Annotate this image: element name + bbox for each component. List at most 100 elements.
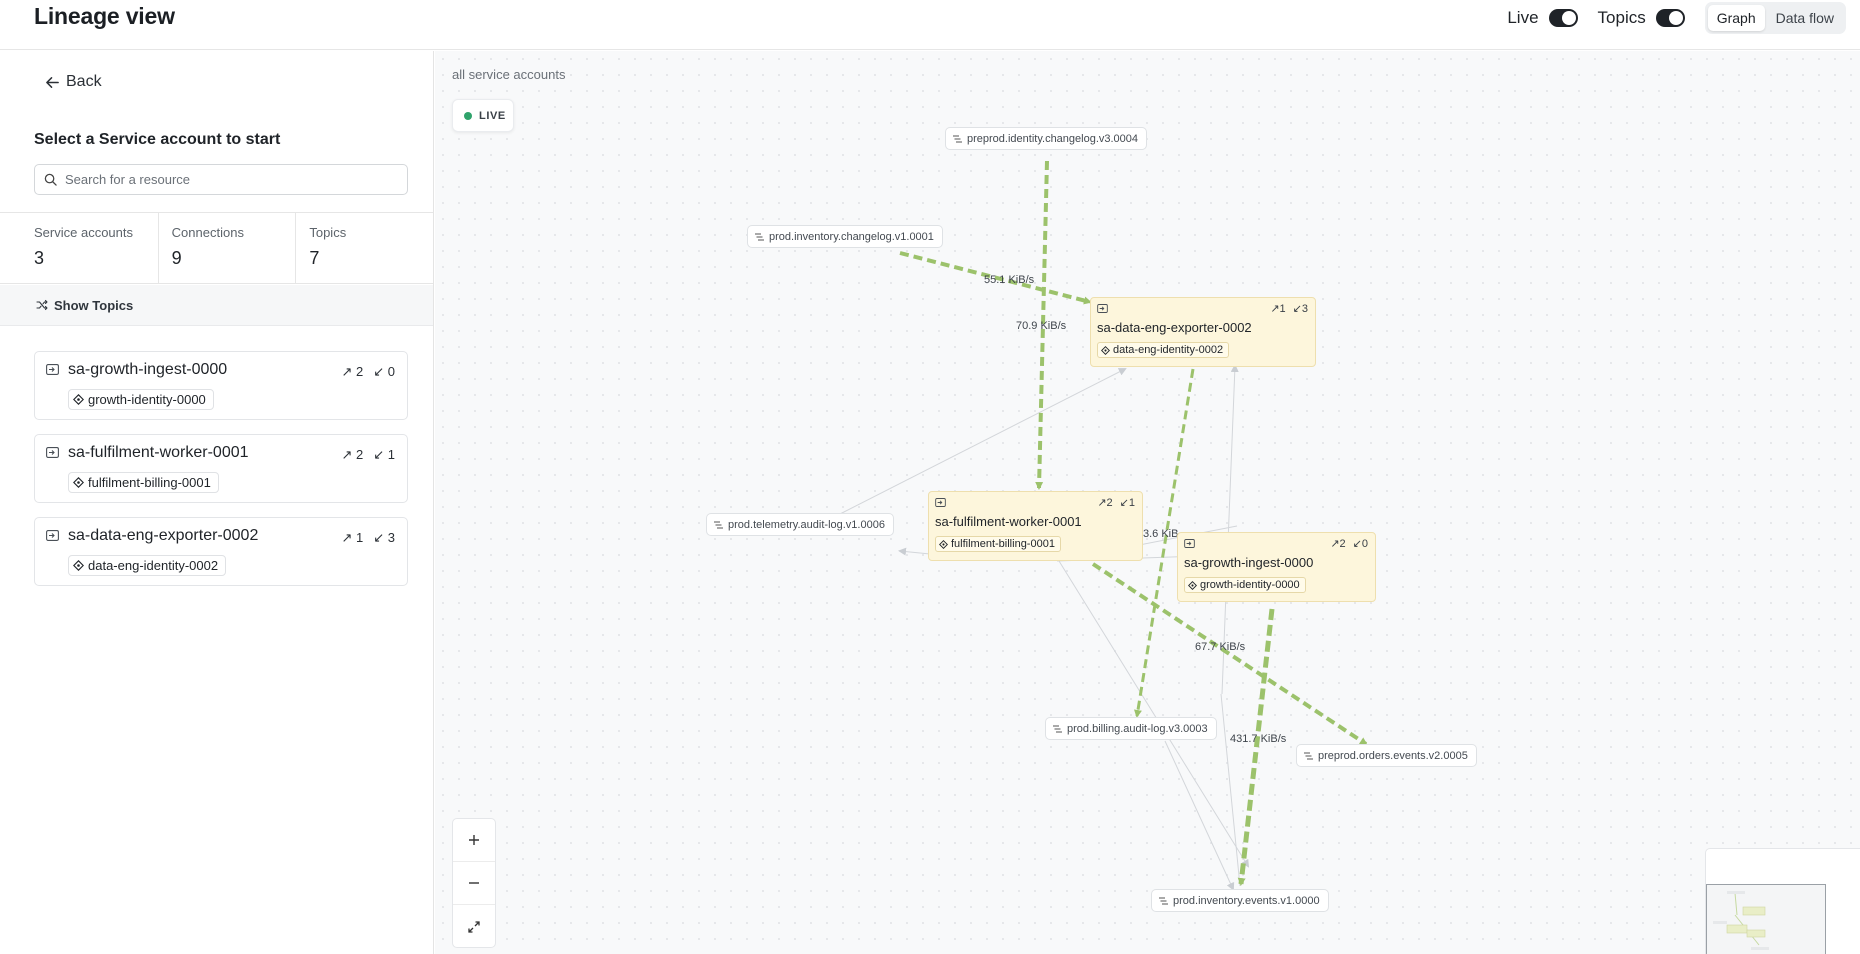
stat-value: 3 (34, 248, 45, 268)
service-account-icon (1184, 539, 1195, 548)
identity-label: fulfilment-billing-0001 (951, 538, 1055, 550)
identity-chip: data-eng-identity-0002 (1097, 342, 1230, 358)
topic-label: prod.billing.audit-log.v3.0003 (1067, 722, 1208, 735)
shuffle-icon (36, 299, 48, 311)
identity-chip: growth-identity-0000 (68, 389, 214, 410)
view-switcher: Graph Data flow (1704, 2, 1846, 34)
topic-icon (1159, 897, 1168, 904)
live-toggle[interactable] (1548, 9, 1578, 27)
connection-counts: ↗2 ↙1 (1097, 496, 1135, 509)
flow-edge (1237, 608, 1275, 886)
incoming-count: ↙ 1 (373, 447, 395, 462)
edge-throughput-label: 431.7 KiB/s (1230, 733, 1287, 745)
zoom-in-button[interactable] (453, 819, 495, 862)
stat-connections: Connections 9 (159, 213, 297, 283)
identity-icon (73, 477, 84, 488)
sidebar: Back Select a Service account to start S… (0, 51, 434, 954)
service-account-name: sa-data-eng-exporter-0002 (68, 527, 259, 544)
minimap-viewport[interactable] (1706, 884, 1826, 954)
show-topics-button[interactable]: Show Topics (0, 285, 433, 326)
service-account-icon (46, 530, 59, 541)
stat-value: 9 (171, 248, 182, 268)
identity-label: growth-identity-0000 (1200, 579, 1300, 591)
edges-layer (839, 160, 1368, 891)
fit-view-button[interactable] (453, 905, 495, 948)
page-title: Lineage view (34, 3, 175, 29)
identity-label: growth-identity-0000 (88, 392, 206, 407)
topic-label: preprod.identity.changelog.v3.0004 (967, 132, 1139, 145)
stats-bar: Service accounts 3 Connections 9 Topics … (0, 212, 433, 284)
topic-node[interactable]: prod.telemetry.audit-log.v1.0006 (706, 513, 894, 536)
identity-chip: growth-identity-0000 (1184, 577, 1306, 593)
incoming-count: ↙ 0 (373, 364, 395, 379)
connection-counts: ↗ 1 ↙ 3 (342, 530, 396, 546)
topics-toggle-label: Topics (1597, 8, 1646, 27)
stat-service-accounts: Service accounts 3 (0, 213, 159, 283)
topic-label: prod.inventory.events.v1.0000 (1173, 894, 1320, 907)
topic-node[interactable]: prod.inventory.changelog.v1.0001 (747, 225, 943, 248)
search-box (34, 164, 408, 195)
edge-throughput-label: 67.7 KiB/s (1195, 641, 1246, 653)
arrow-left-icon (46, 76, 59, 88)
lineage-canvas[interactable]: all service accounts LIVE 55.1 KiB/s 70.… (435, 51, 1860, 954)
topic-node[interactable]: prod.billing.audit-log.v3.0003 (1045, 717, 1217, 740)
identity-icon (939, 539, 948, 549)
stat-label: Topics (309, 225, 347, 240)
service-account-node[interactable]: ↗2 ↙1 sa-fulfilment-worker-0001 fulfilme… (928, 491, 1143, 561)
outgoing-count: ↗2 (1330, 538, 1346, 550)
connection-counts: ↗ 2 ↙ 0 (342, 364, 396, 380)
service-account-name: sa-fulfilment-worker-0001 (68, 444, 249, 461)
topic-icon (953, 135, 962, 142)
topic-icon (1053, 725, 1062, 732)
tab-data-flow[interactable]: Data flow (1767, 5, 1843, 31)
service-account-card[interactable]: sa-fulfilment-worker-0001 ↗ 2 ↙ 1 fulfil… (34, 434, 408, 503)
identity-label: data-eng-identity-0002 (1113, 344, 1224, 356)
incoming-count: ↙0 (1352, 538, 1368, 550)
service-account-card[interactable]: sa-growth-ingest-0000 ↗ 2 ↙ 0 growth-ide… (34, 351, 408, 420)
service-account-icon (1097, 304, 1108, 313)
service-account-node[interactable]: ↗2 ↙0 sa-growth-ingest-0000 growth-ident… (1177, 532, 1376, 602)
identity-chip: fulfilment-billing-0001 (935, 536, 1061, 552)
minimap-content (1713, 891, 1769, 950)
topic-node[interactable]: preprod.identity.changelog.v3.0004 (945, 127, 1148, 150)
edge-line (1220, 693, 1241, 887)
identity-icon (73, 560, 84, 571)
show-topics-label: Show Topics (54, 297, 134, 313)
service-account-name: sa-growth-ingest-0000 (1184, 555, 1314, 570)
search-input[interactable] (65, 172, 385, 187)
service-account-icon (46, 447, 59, 458)
back-button[interactable]: Back (45, 73, 102, 91)
edge-throughput-label: 3.6 KiB (1143, 528, 1179, 540)
service-account-icon (935, 498, 946, 507)
header-controls: Live Topics Graph Data flow (1507, 2, 1846, 34)
plus-icon (469, 835, 479, 845)
topic-label: prod.inventory.changelog.v1.0001 (769, 230, 934, 243)
service-account-icon (46, 364, 59, 375)
stat-label: Connections (171, 225, 244, 240)
incoming-count: ↙1 (1119, 497, 1135, 509)
zoom-out-button[interactable] (453, 862, 495, 905)
select-title: Select a Service account to start (34, 131, 281, 148)
toggle-knob (1561, 11, 1576, 25)
outgoing-count: ↗1 (1270, 303, 1286, 315)
edge-throughput-label: 55.1 KiB/s (984, 274, 1035, 286)
minimap[interactable] (1705, 848, 1860, 954)
expand-icon (468, 920, 480, 933)
topic-node[interactable]: preprod.orders.events.v2.0005 (1296, 744, 1477, 767)
identity-icon (1101, 345, 1110, 355)
service-account-node[interactable]: ↗1 ↙3 sa-data-eng-exporter-0002 data-eng… (1090, 297, 1316, 367)
zoom-controls (452, 818, 496, 948)
topic-node[interactable]: prod.inventory.events.v1.0000 (1151, 889, 1329, 912)
toggle-knob (1668, 11, 1683, 25)
topic-label: prod.telemetry.audit-log.v1.0006 (728, 518, 885, 531)
connection-counts: ↗ 2 ↙ 1 (342, 447, 396, 463)
tab-graph[interactable]: Graph (1707, 5, 1765, 31)
service-account-card[interactable]: sa-data-eng-exporter-0002 ↗ 1 ↙ 3 data-e… (34, 517, 408, 586)
search-icon (44, 173, 57, 186)
topics-toggle[interactable] (1655, 9, 1685, 27)
stat-value: 7 (309, 248, 320, 268)
outgoing-count: ↗ 2 (341, 447, 364, 462)
live-toggle-label: Live (1507, 8, 1539, 27)
identity-chip: fulfilment-billing-0001 (68, 472, 219, 493)
topic-label: preprod.orders.events.v2.0005 (1318, 749, 1468, 762)
